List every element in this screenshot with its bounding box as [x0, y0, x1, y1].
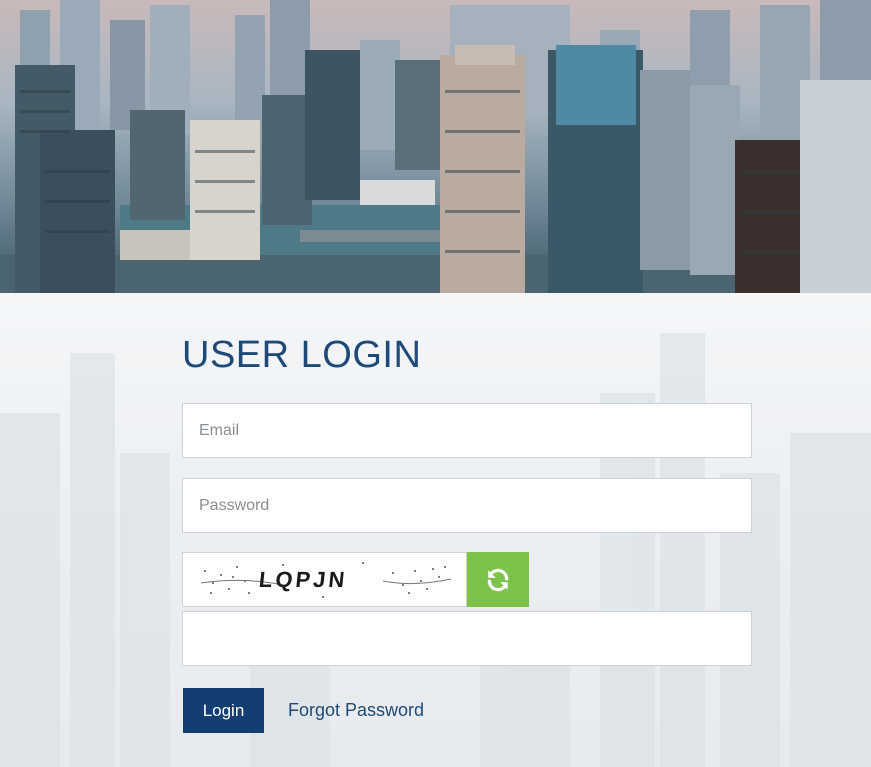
page-title: USER LOGIN [182, 334, 422, 376]
login-button[interactable]: Login [183, 688, 264, 733]
forgot-password-link[interactable]: Forgot Password [288, 700, 424, 721]
captcha-image: LQPJN [182, 552, 467, 607]
email-field[interactable] [182, 403, 752, 458]
refresh-icon [487, 568, 509, 591]
hero-banner-image [0, 0, 871, 293]
captcha-text: LQPJN [257, 567, 349, 592]
city-skyline-illustration [0, 0, 871, 293]
captcha-answer-field[interactable] [182, 611, 752, 666]
refresh-captcha-button[interactable] [467, 552, 529, 607]
password-field[interactable] [182, 478, 752, 533]
